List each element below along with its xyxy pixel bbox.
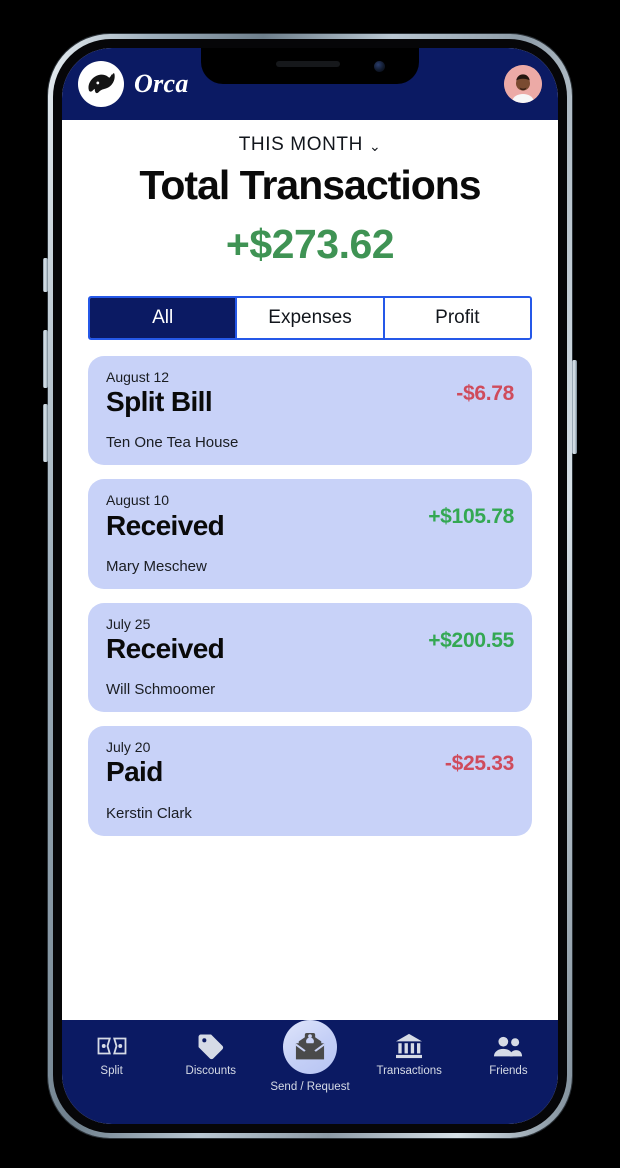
avatar[interactable] (504, 65, 542, 103)
transaction-counterparty: Will Schmoomer (106, 681, 216, 699)
transaction-amount: -$6.78 (456, 382, 514, 406)
transaction-card[interactable]: August 10 Received +$105.78 Mary Meschew (88, 479, 532, 589)
earpiece-speaker-icon (276, 61, 340, 67)
bottom-nav: Split Discounts Send / Request Transactions… (62, 1020, 558, 1124)
transaction-type: Received (106, 509, 225, 541)
transaction-header: August 12 Split Bill -$6.78 (106, 368, 514, 418)
phone-bezel: Orca THIS MONTH ⌄ Total Transactions +$2… (53, 39, 567, 1133)
transaction-header: July 20 Paid -$25.33 (106, 738, 514, 788)
nav-item-label: Send / Request (270, 1081, 350, 1093)
nav-item-send-request[interactable]: Send / Request (260, 1020, 359, 1093)
phone-frame: Orca THIS MONTH ⌄ Total Transactions +$2… (48, 34, 572, 1138)
transaction-type: Paid (106, 756, 163, 788)
filter-tab-label: Profit (435, 307, 480, 329)
transaction-date: July 25 (106, 615, 151, 632)
nav-item-discounts[interactable]: Discounts (161, 1032, 260, 1077)
transaction-counterparty: Mary Meschew (106, 557, 207, 575)
transaction-counterparty: Kerstin Clark (106, 804, 192, 822)
filter-tab-all[interactable]: All (90, 298, 238, 339)
app-brand-label: Orca (134, 69, 189, 98)
volume-up-button[interactable] (43, 330, 48, 388)
filter-tabs: All Expenses Profit (88, 296, 532, 341)
transaction-type: Received (106, 632, 225, 664)
filter-tab-expenses[interactable]: Expenses (237, 298, 385, 339)
filter-tab-label: All (152, 307, 174, 329)
transaction-header: August 10 Received +$105.78 (106, 491, 514, 541)
price-tag-icon (197, 1032, 224, 1060)
transaction-date: August 12 (106, 369, 170, 386)
nav-item-label: Friends (489, 1065, 528, 1077)
front-camera-icon (374, 61, 385, 72)
filter-tab-profit[interactable]: Profit (384, 298, 530, 339)
phone-notch (201, 48, 419, 84)
total-amount: +$273.62 (225, 221, 395, 268)
transaction-list: August 12 Split Bill -$6.78 Ten One Tea Hou… (88, 356, 532, 836)
nav-item-label: Transactions (376, 1065, 442, 1077)
nav-item-transactions[interactable]: Transactions (360, 1032, 459, 1077)
transaction-amount: -$25.33 (444, 752, 514, 776)
transaction-card[interactable]: July 20 Paid -$25.33 Kerstin Clark (88, 726, 532, 836)
power-button[interactable] (572, 360, 577, 454)
transaction-header: July 25 Received +$200.55 (106, 615, 514, 665)
transaction-main: July 25 Received (106, 615, 428, 665)
transaction-date: August 10 (106, 492, 170, 509)
transaction-main: August 10 Received (106, 491, 428, 541)
envelope-person-icon (283, 1020, 337, 1074)
volume-down-button[interactable] (43, 404, 48, 462)
transaction-main: August 12 Split Bill (106, 368, 456, 418)
phone-screen: Orca THIS MONTH ⌄ Total Transactions +$2… (62, 48, 558, 1124)
transaction-counterparty: Ten One Tea House (106, 434, 239, 452)
transaction-card[interactable]: August 12 Split Bill -$6.78 Ten One Tea Hou… (88, 356, 532, 466)
transaction-type: Split Bill (106, 386, 213, 418)
people-icon (493, 1032, 523, 1060)
summary-section: THIS MONTH ⌄ Total Transactions +$273.62 (62, 120, 558, 274)
nav-item-friends[interactable]: Friends (459, 1032, 558, 1077)
split-bills-icon (97, 1032, 127, 1060)
nav-item-label: Discounts (185, 1065, 237, 1077)
transaction-card[interactable]: July 25 Received +$200.55 Will Schmoomer (88, 602, 532, 713)
nav-item-split[interactable]: Split (62, 1032, 161, 1077)
transaction-date: July 20 (106, 739, 151, 756)
transaction-amount: +$105.78 (428, 505, 514, 529)
transaction-amount: +$200.55 (428, 628, 514, 652)
period-label: THIS MONTH (238, 134, 363, 155)
filter-tab-label: Expenses (268, 307, 352, 329)
chevron-down-icon: ⌄ (368, 138, 382, 154)
nav-item-label: Split (100, 1065, 123, 1077)
transaction-main: July 20 Paid (106, 738, 445, 788)
period-selector[interactable]: THIS MONTH ⌄ (239, 134, 382, 156)
bank-icon (395, 1032, 423, 1060)
orca-whale-icon (78, 61, 124, 107)
page-title: Total Transactions (139, 162, 481, 208)
silence-switch[interactable] (43, 258, 48, 292)
